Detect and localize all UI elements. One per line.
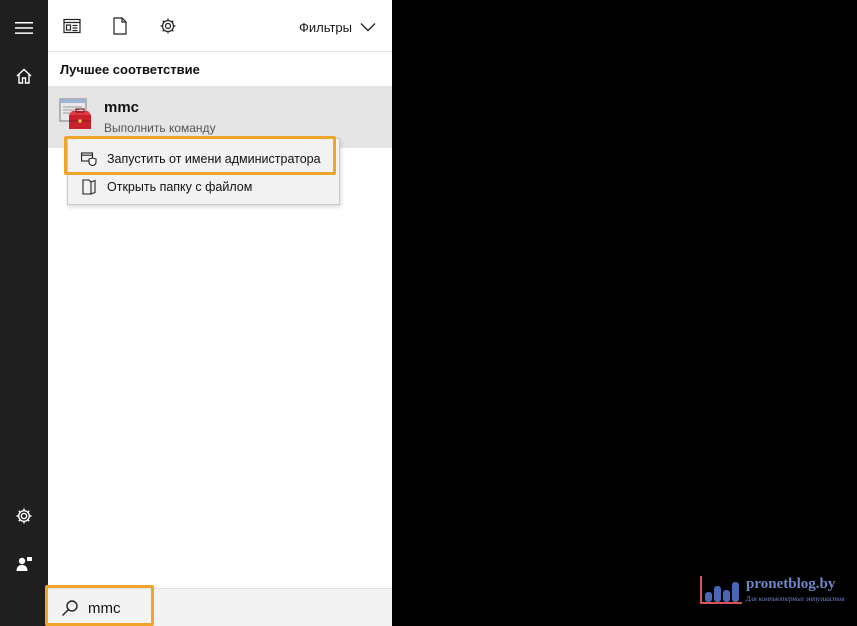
settings-gear-icon[interactable] bbox=[0, 496, 48, 536]
documents-icon[interactable] bbox=[108, 14, 132, 38]
mmc-console-icon bbox=[59, 97, 93, 131]
result-app-subtitle: Выполнить команду bbox=[104, 121, 216, 135]
context-menu-label: Запустить от имени администратора bbox=[107, 152, 321, 166]
context-menu-label: Открыть папку с файлом bbox=[107, 180, 253, 194]
filters-label: Фильтры bbox=[298, 19, 352, 35]
web-settings-icon[interactable] bbox=[156, 14, 180, 38]
search-input[interactable] bbox=[88, 596, 328, 620]
watermark-title: pronetblog.by bbox=[746, 576, 836, 592]
search-bar[interactable] bbox=[48, 588, 392, 626]
site-watermark: pronetblog.by Для компьютерных энтузиаст… bbox=[700, 574, 850, 610]
feedback-person-icon[interactable] bbox=[0, 544, 48, 584]
home-icon[interactable] bbox=[0, 56, 48, 96]
context-menu-item-run-as-admin[interactable]: Запустить от имени администратора bbox=[68, 145, 339, 173]
hamburger-menu-icon[interactable] bbox=[0, 8, 48, 48]
open-folder-icon bbox=[80, 178, 98, 196]
context-menu-item-open-folder[interactable]: Открыть папку с файлом bbox=[68, 173, 339, 201]
search-panel: Фильтры Лучшее соответствие mmc Выполнит bbox=[48, 0, 392, 626]
chevron-down-icon bbox=[360, 23, 376, 32]
filters-dropdown[interactable]: Фильтры bbox=[299, 17, 376, 37]
context-menu: Запустить от имени администратора Открыт… bbox=[67, 138, 340, 205]
watermark-subtitle: Для компьютерных энтузиастов bbox=[746, 595, 845, 603]
search-icon bbox=[61, 599, 79, 617]
search-topbar: Фильтры bbox=[48, 0, 392, 52]
run-as-admin-shield-icon bbox=[80, 150, 98, 168]
result-app-name: mmc bbox=[104, 99, 140, 116]
watermark-logo-icon bbox=[700, 576, 742, 604]
apps-icon[interactable] bbox=[60, 14, 84, 38]
start-rail bbox=[0, 0, 48, 626]
best-match-heading: Лучшее соответствие bbox=[60, 62, 200, 77]
